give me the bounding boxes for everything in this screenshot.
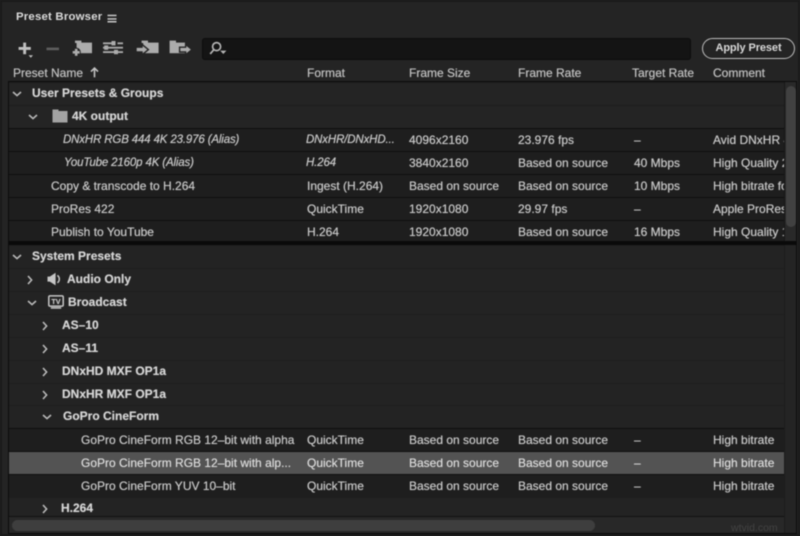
- svg-text:TV: TV: [51, 297, 60, 306]
